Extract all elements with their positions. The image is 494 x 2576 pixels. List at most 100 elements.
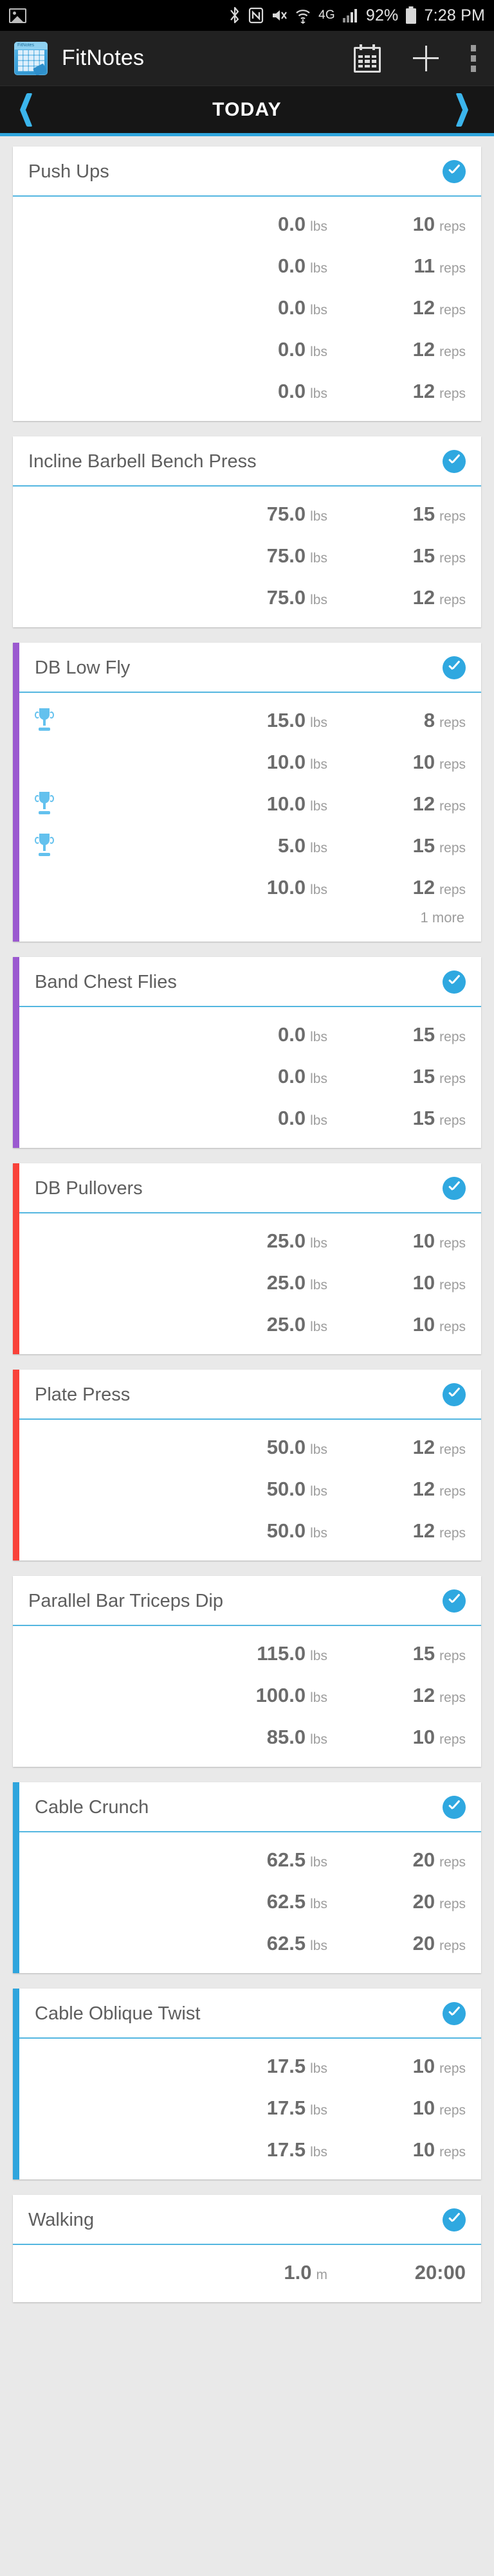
set-row[interactable]: 0.0 lbs 15 reps bbox=[35, 1097, 466, 1139]
set-reps-unit: reps bbox=[439, 756, 466, 772]
completed-check-icon[interactable] bbox=[443, 1383, 466, 1406]
set-row[interactable]: 50.0 lbs 12 reps bbox=[35, 1426, 466, 1468]
more-sets-label[interactable]: 1 more bbox=[35, 908, 466, 933]
completed-check-icon[interactable] bbox=[443, 450, 466, 473]
set-reps-cell: 12 reps bbox=[327, 876, 466, 899]
set-weight-value: 0.0 bbox=[278, 254, 306, 277]
set-row[interactable]: 0.0 lbs 12 reps bbox=[28, 287, 466, 328]
set-row[interactable]: 10.0 lbs 10 reps bbox=[35, 741, 466, 783]
set-row[interactable]: 15.0 lbs 8 reps bbox=[35, 699, 466, 741]
workout-card-header[interactable]: Cable Crunch bbox=[19, 1782, 481, 1832]
set-row[interactable]: 0.0 lbs 15 reps bbox=[35, 1014, 466, 1055]
set-reps-value: 15 bbox=[412, 1106, 435, 1129]
completed-check-icon[interactable] bbox=[443, 2208, 466, 2232]
completed-check-icon[interactable] bbox=[443, 2002, 466, 2025]
calendar-button[interactable] bbox=[354, 44, 381, 73]
set-reps-cell: 10 reps bbox=[327, 2138, 466, 2161]
workout-card[interactable]: Parallel Bar Triceps Dip 115.0 lbs 15 reps 10… bbox=[0, 1576, 494, 1767]
set-row[interactable]: 25.0 lbs 10 reps bbox=[35, 1303, 466, 1345]
set-row[interactable]: 0.0 lbs 10 reps bbox=[28, 203, 466, 245]
set-row[interactable]: 75.0 lbs 12 reps bbox=[28, 577, 466, 618]
workout-card-header[interactable]: DB Pullovers bbox=[19, 1163, 481, 1213]
add-button[interactable] bbox=[412, 44, 440, 73]
completed-check-icon[interactable] bbox=[443, 656, 466, 679]
set-reps-cell: 10 reps bbox=[327, 1230, 466, 1253]
workout-card[interactable]: Cable Crunch 62.5 lbs 20 reps 62.5 lbs 20 reps 62… bbox=[0, 1782, 494, 1973]
set-row[interactable]: 25.0 lbs 10 reps bbox=[35, 1262, 466, 1303]
set-row[interactable]: 25.0 lbs 10 reps bbox=[35, 1220, 466, 1262]
set-row[interactable]: 0.0 lbs 15 reps bbox=[35, 1055, 466, 1097]
set-row[interactable]: 85.0 lbs 10 reps bbox=[28, 1716, 466, 1758]
previous-day-button[interactable] bbox=[17, 93, 41, 127]
set-row[interactable]: 62.5 lbs 20 reps bbox=[35, 1839, 466, 1881]
set-row[interactable]: 5.0 lbs 15 reps bbox=[35, 825, 466, 866]
workout-card-header[interactable]: Incline Barbell Bench Press bbox=[13, 436, 481, 487]
completed-check-icon[interactable] bbox=[443, 1177, 466, 1200]
set-row[interactable]: 17.5 lbs 10 reps bbox=[35, 2087, 466, 2129]
set-row[interactable]: 50.0 lbs 12 reps bbox=[35, 1510, 466, 1552]
set-reps-unit: reps bbox=[439, 344, 466, 359]
set-weight-unit: lbs bbox=[310, 2102, 327, 2118]
completed-check-icon[interactable] bbox=[443, 1796, 466, 1819]
workout-card-header[interactable]: Cable Oblique Twist bbox=[19, 1989, 481, 2039]
set-reps-unit: reps bbox=[439, 1235, 466, 1251]
more-vertical-icon bbox=[471, 44, 477, 72]
workout-card[interactable]: Band Chest Flies 0.0 lbs 15 reps 0.0 lbs 15 reps… bbox=[0, 957, 494, 1148]
set-weight-value: 0.0 bbox=[278, 1106, 306, 1129]
set-row[interactable]: 10.0 lbs 12 reps bbox=[35, 866, 466, 908]
set-row[interactable]: 17.5 lbs 10 reps bbox=[35, 2045, 466, 2087]
set-weight-value: 0.0 bbox=[278, 296, 306, 319]
set-weight-cell: 17.5 lbs bbox=[96, 2055, 327, 2078]
current-date-label[interactable]: TODAY bbox=[41, 99, 453, 121]
workout-card-header[interactable]: Push Ups bbox=[13, 147, 481, 197]
overflow-button[interactable] bbox=[471, 44, 477, 72]
app-logo-icon: FitNotes bbox=[14, 41, 48, 75]
set-weight-value: 0.0 bbox=[278, 337, 306, 361]
calendar-icon bbox=[354, 44, 381, 73]
completed-check-icon[interactable] bbox=[443, 160, 466, 183]
workout-card-inner: Incline Barbell Bench Press 75.0 lbs 15 reps… bbox=[13, 436, 481, 627]
set-row[interactable]: 115.0 lbs 15 reps bbox=[28, 1632, 466, 1674]
set-row[interactable]: 0.0 lbs 11 reps bbox=[28, 245, 466, 287]
workout-card[interactable]: Cable Oblique Twist 17.5 lbs 10 reps 17.5 lbs 1… bbox=[0, 1989, 494, 2179]
workout-card-header[interactable]: Plate Press bbox=[19, 1370, 481, 1420]
set-reps-value: 12 bbox=[412, 296, 435, 319]
set-row[interactable]: 1.0 m 20:00 bbox=[28, 2251, 466, 2293]
workout-card[interactable]: Plate Press 50.0 lbs 12 reps 50.0 lbs 12 reps 50.… bbox=[0, 1370, 494, 1561]
set-row[interactable]: 75.0 lbs 15 reps bbox=[28, 535, 466, 577]
set-row[interactable]: 0.0 lbs 12 reps bbox=[28, 328, 466, 370]
set-row[interactable]: 17.5 lbs 10 reps bbox=[35, 2129, 466, 2170]
set-list: 17.5 lbs 10 reps 17.5 lbs 10 reps 17.5 lbs 10 reps bbox=[19, 2039, 481, 2179]
app-title: FitNotes bbox=[62, 46, 145, 70]
workout-card-header[interactable]: Parallel Bar Triceps Dip bbox=[13, 1576, 481, 1626]
set-row[interactable]: 75.0 lbs 15 reps bbox=[28, 493, 466, 535]
set-weight-unit: m bbox=[316, 2267, 328, 2282]
workout-card[interactable]: Incline Barbell Bench Press 75.0 lbs 15 reps… bbox=[0, 436, 494, 627]
workout-card-body: Cable Oblique Twist 17.5 lbs 10 reps 17.5 lbs 1… bbox=[19, 1989, 481, 2179]
set-reps-value: 10 bbox=[412, 1312, 435, 1336]
set-reps-unit: reps bbox=[439, 1938, 466, 1953]
workout-card-header[interactable]: Walking bbox=[13, 2195, 481, 2245]
workout-card[interactable]: DB Low Fly 15.0 lbs 8 reps 10.0 lbs 10 reps 10.0 l… bbox=[0, 643, 494, 942]
completed-check-icon[interactable] bbox=[443, 1589, 466, 1613]
set-weight-unit: lbs bbox=[310, 1854, 327, 1870]
set-row[interactable]: 10.0 lbs 12 reps bbox=[35, 783, 466, 825]
workout-card-body: Plate Press 50.0 lbs 12 reps 50.0 lbs 12 reps 50.… bbox=[19, 1370, 481, 1561]
set-row[interactable]: 62.5 lbs 20 reps bbox=[35, 1922, 466, 1964]
workout-card[interactable]: Push Ups 0.0 lbs 10 reps 0.0 lbs 11 reps 0.0 lbs 12… bbox=[0, 147, 494, 421]
trophy-icon bbox=[35, 833, 54, 856]
exercise-name-label: Plate Press bbox=[35, 1384, 131, 1405]
workout-card-header[interactable]: DB Low Fly bbox=[19, 643, 481, 693]
completed-check-icon[interactable] bbox=[443, 970, 466, 994]
next-day-button[interactable] bbox=[453, 93, 477, 127]
set-weight-unit: lbs bbox=[310, 1525, 327, 1541]
set-row[interactable]: 62.5 lbs 20 reps bbox=[35, 1881, 466, 1922]
workout-card-header[interactable]: Band Chest Flies bbox=[19, 957, 481, 1007]
set-row[interactable]: 100.0 lbs 12 reps bbox=[28, 1674, 466, 1716]
workout-card[interactable]: Walking 1.0 m 20:00 bbox=[0, 2195, 494, 2302]
set-reps-value: 12 bbox=[412, 1519, 435, 1542]
set-row[interactable]: 50.0 lbs 12 reps bbox=[35, 1468, 466, 1510]
workout-card[interactable]: DB Pullovers 25.0 lbs 10 reps 25.0 lbs 10 reps 25… bbox=[0, 1163, 494, 1354]
set-row[interactable]: 0.0 lbs 12 reps bbox=[28, 370, 466, 412]
set-reps-unit: reps bbox=[439, 2144, 466, 2160]
